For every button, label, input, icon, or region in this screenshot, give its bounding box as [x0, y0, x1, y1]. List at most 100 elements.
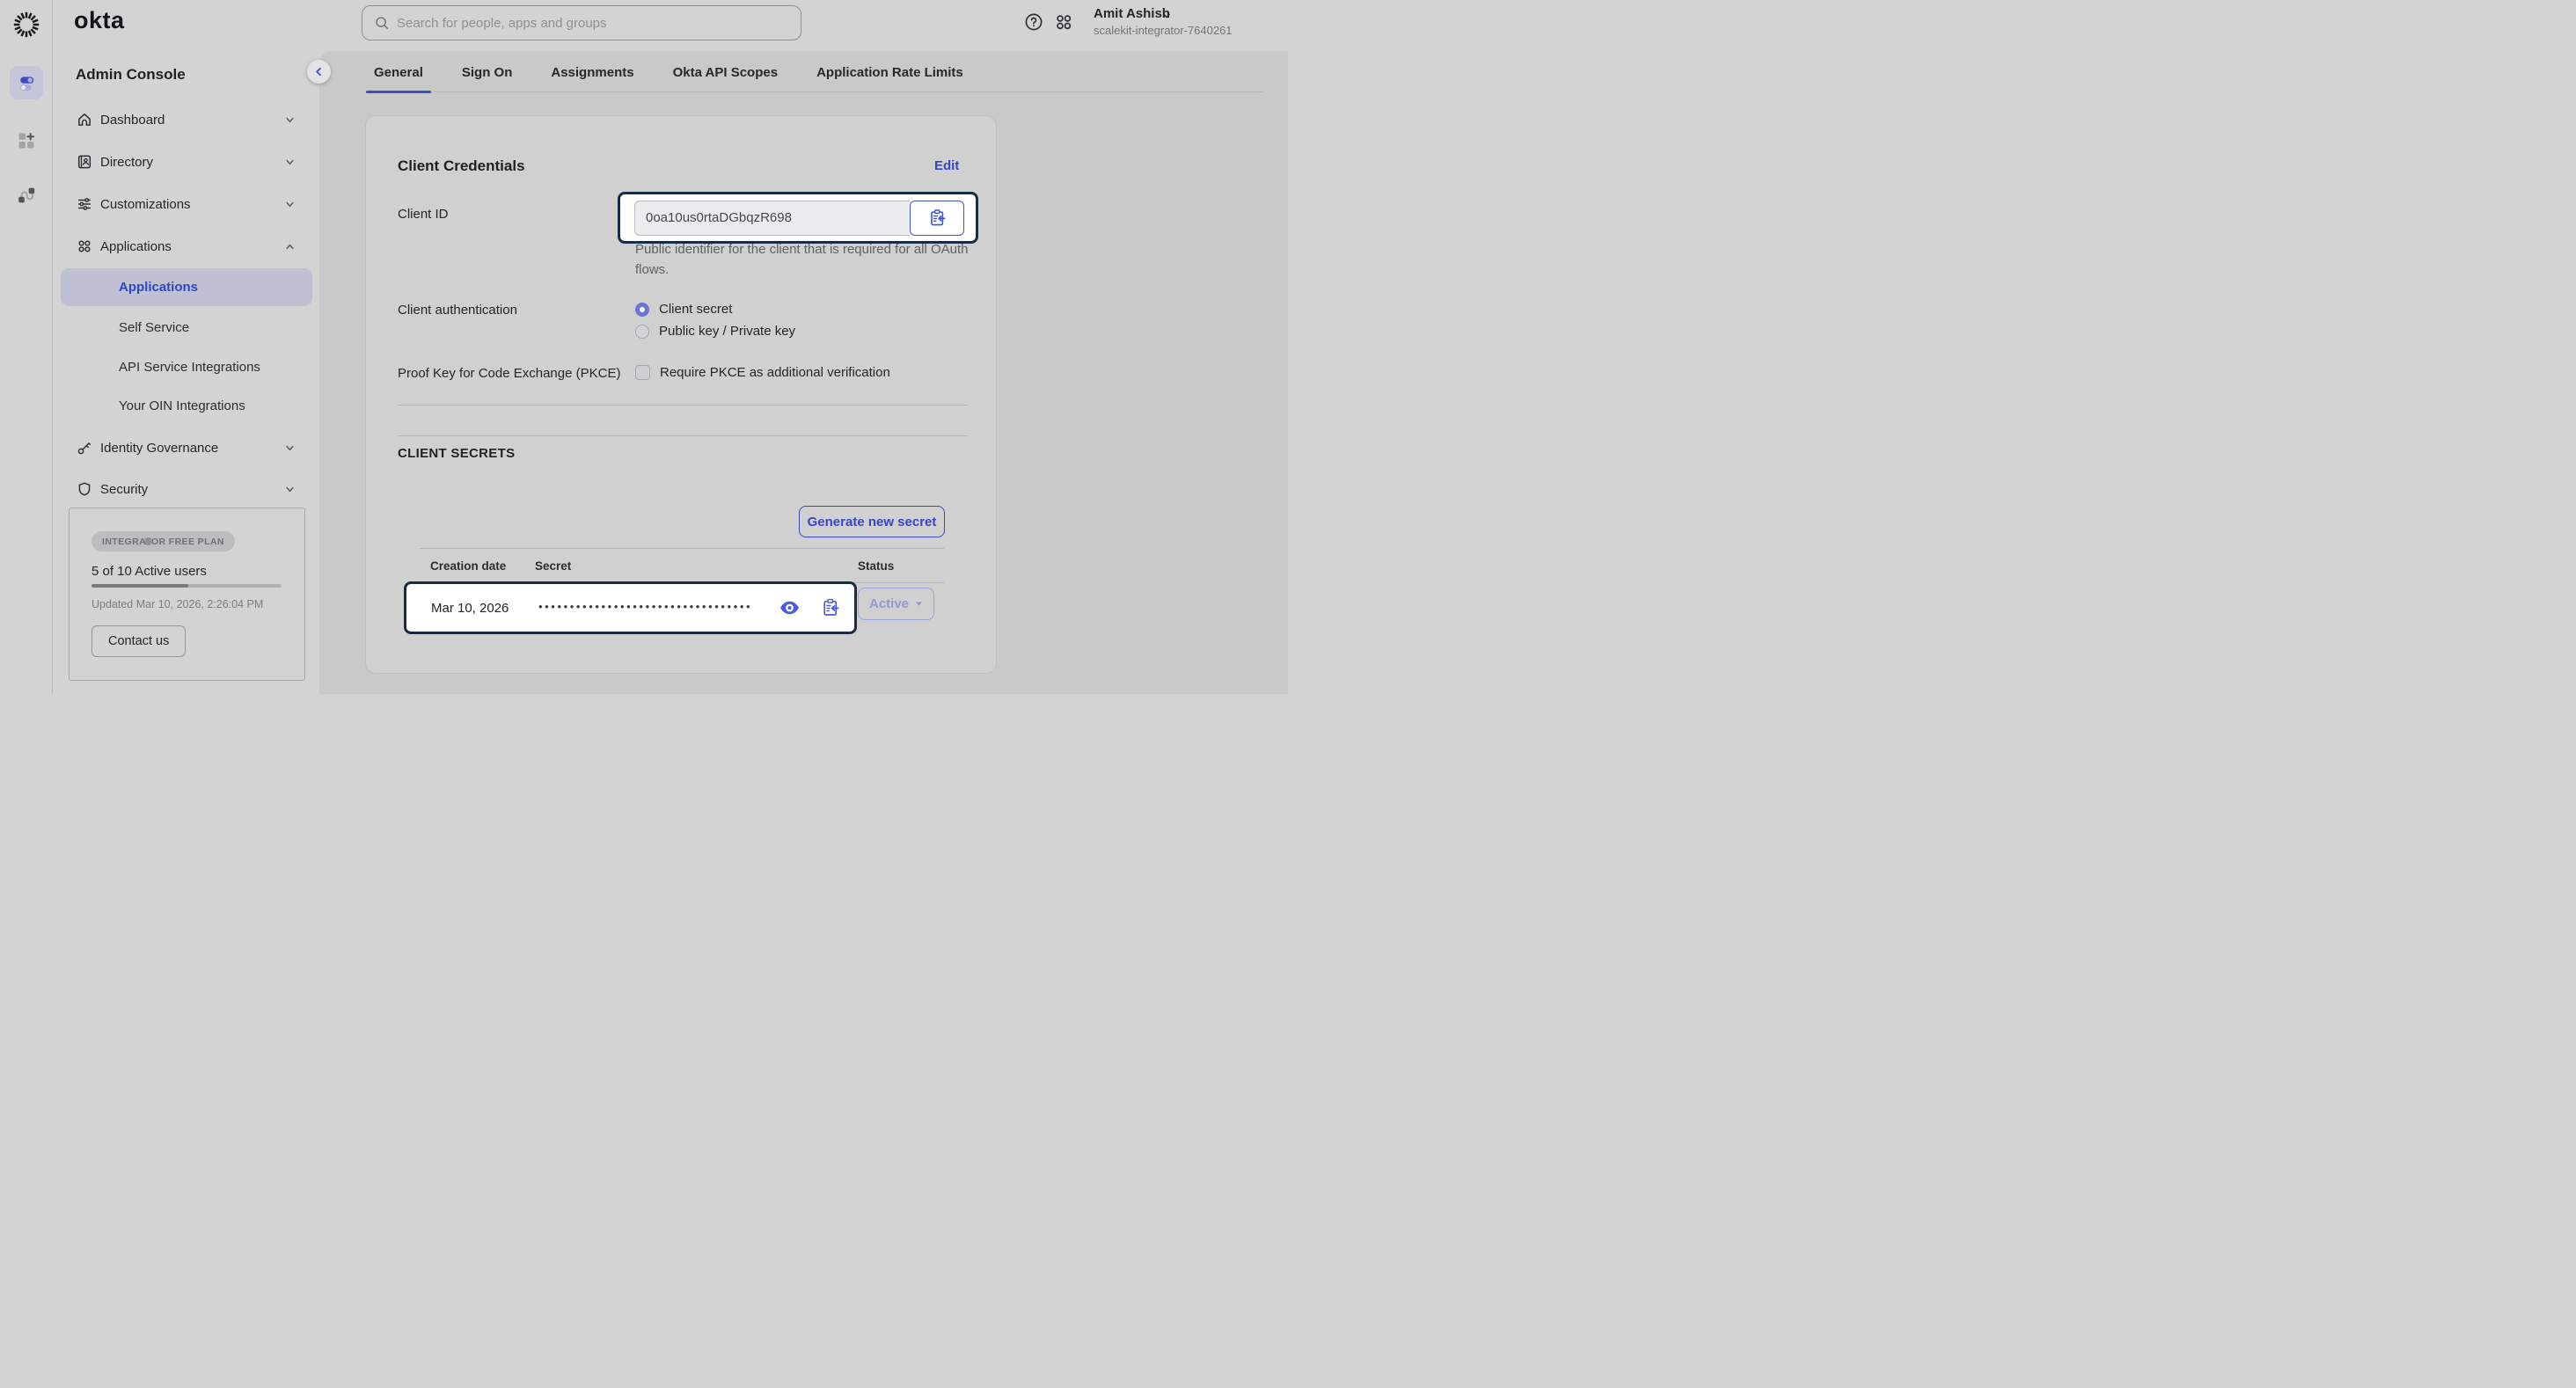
sidebar-subitem-label: Self Service [119, 320, 189, 335]
search-icon [374, 15, 390, 31]
tab-general[interactable]: General [366, 65, 431, 91]
shield-icon [77, 481, 92, 497]
client-authentication-label: Client authentication [398, 303, 517, 318]
secret-status-dropdown[interactable]: Active [858, 588, 934, 620]
tab-application-rate-limits[interactable]: Application Rate Limits [809, 65, 971, 91]
card-title: Client Credentials [398, 157, 525, 175]
grid-add-icon[interactable] [18, 132, 35, 150]
app-detail-tabs: General Sign On Assignments Okta API Sco… [374, 65, 1262, 92]
okta-admin-console: okta Admin Console Dashboard Directory C… [0, 0, 1288, 694]
okta-wordmark: okta [74, 7, 125, 34]
tab-sign-on[interactable]: Sign On [454, 65, 521, 91]
copy-to-clipboard-icon [928, 208, 946, 227]
reveal-secret-eye-icon[interactable] [779, 601, 800, 615]
chevron-down-icon [284, 442, 296, 454]
status-label: Active [869, 596, 909, 611]
table-top-border [420, 548, 944, 549]
pkce-label: Proof Key for Code Exchange (PKCE) [398, 366, 620, 381]
tab-assignments[interactable]: Assignments [543, 65, 641, 91]
caret-down-icon [915, 601, 923, 607]
copy-secret-icon[interactable] [821, 597, 839, 617]
client-secrets-heading: CLIENT SECRETS [398, 446, 515, 461]
global-search [362, 5, 801, 40]
sidebar-item-security[interactable]: Security [53, 477, 319, 501]
column-header-secret: Secret [535, 559, 571, 573]
pkce-option-label: Require PKCE as additional verification [660, 365, 890, 380]
sidebar-item-applications[interactable]: Applications [53, 234, 319, 259]
sidebar-item-label: Applications [100, 239, 172, 254]
tab-okta-api-scopes[interactable]: Okta API Scopes [665, 65, 787, 91]
grid-circles-icon [77, 238, 92, 254]
sidebar-item-label: Dashboard [100, 113, 165, 128]
sidebar-item-identity-governance[interactable]: Identity Governance [53, 435, 319, 460]
plan-usage-text: 5 of 10 Active users [91, 564, 207, 579]
radio-option-label: Public key / Private key [659, 324, 795, 339]
radio-public-private-key[interactable]: Public key / Private key [635, 324, 795, 339]
radio-unselected-icon [635, 325, 649, 339]
apps-grid-icon[interactable] [1054, 12, 1073, 32]
org-identifier: scalekit-integrator-7640261 [1094, 24, 1233, 37]
console-title: Admin Console [76, 66, 186, 84]
client-id-input[interactable] [634, 201, 910, 236]
sidebar-subitem-label: API Service Integrations [119, 360, 260, 375]
main-content: General Sign On Assignments Okta API Sco… [319, 51, 1288, 694]
workflow-icon[interactable] [18, 186, 35, 204]
sidebar: okta Admin Console Dashboard Directory C… [53, 0, 319, 694]
user-menu-name[interactable]: Amit Ashish [1094, 6, 1170, 21]
home-icon [77, 112, 92, 128]
masked-secret-value: •••••••••••••••••••••••••••••••••• [538, 600, 776, 613]
cursor-dot [144, 537, 152, 545]
chevron-down-icon [284, 157, 296, 168]
radio-client-secret[interactable]: Client secret [635, 302, 732, 317]
column-header-status: Status [858, 559, 894, 573]
search-input[interactable] [397, 16, 792, 31]
sidebar-subitem-api-service-integrations[interactable]: API Service Integrations [53, 355, 319, 378]
id-card-icon [77, 154, 92, 170]
plan-panel: INTEGRATOR FREE PLAN 5 of 10 Active user… [69, 508, 305, 681]
client-credentials-card: Client Credentials Edit Client ID Public… [365, 115, 997, 674]
chevron-left-icon [313, 66, 325, 77]
secret-row-highlight-box: Mar 10, 2026 •••••••••••••••••••••••••••… [404, 581, 857, 634]
chevron-down-icon [284, 199, 296, 210]
sidebar-subitem-your-oin-integrations[interactable]: Your OIN Integrations [53, 394, 319, 417]
chevron-up-icon [284, 241, 296, 252]
contact-us-button[interactable]: Contact us [91, 625, 186, 657]
sidebar-item-label: Security [100, 482, 148, 497]
column-header-creation-date: Creation date [430, 559, 506, 573]
plan-usage-progress-fill [91, 584, 188, 588]
radio-option-label: Client secret [659, 302, 732, 317]
sidebar-item-label: Customizations [100, 197, 191, 212]
key-icon [77, 440, 92, 456]
sidebar-item-label: Identity Governance [100, 441, 218, 456]
sidebar-subitem-self-service[interactable]: Self Service [53, 316, 319, 339]
sidebar-item-customizations[interactable]: Customizations [53, 192, 319, 216]
client-id-label: Client ID [398, 207, 449, 222]
toggles-icon [18, 74, 36, 92]
sidebar-item-label: Directory [100, 155, 153, 170]
copy-client-id-button[interactable] [910, 201, 964, 236]
secret-creation-date: Mar 10, 2026 [431, 601, 509, 616]
client-id-help-text: Public identifier for the client that is… [635, 239, 984, 280]
plan-usage-progressbar [91, 584, 282, 588]
plan-updated-text: Updated Mar 10, 2026, 2:26:04 PM [91, 598, 263, 610]
divider [398, 435, 968, 436]
chevron-down-icon [284, 484, 296, 495]
sidebar-subitem-label: Your OIN Integrations [119, 398, 245, 413]
chevron-down-icon [284, 114, 296, 126]
help-icon[interactable] [1024, 12, 1043, 32]
chevron-down-icon[interactable] [1161, 11, 1172, 21]
sidebar-subitem-applications-selected[interactable]: Applications [61, 268, 312, 306]
sidebar-item-directory[interactable]: Directory [53, 150, 319, 174]
sidebar-collapse-button[interactable] [307, 60, 331, 84]
okta-spinner-logo-icon [11, 10, 41, 40]
sliders-icon [77, 196, 92, 212]
pkce-checkbox-row[interactable]: Require PKCE as additional verification [635, 365, 890, 380]
sidebar-item-dashboard[interactable]: Dashboard [53, 107, 319, 132]
icon-rail [0, 0, 53, 694]
sidebar-subitem-label: Applications [119, 280, 198, 295]
generate-new-secret-button[interactable]: Generate new secret [799, 506, 945, 537]
radio-selected-icon [635, 303, 649, 317]
rail-admin-console-item[interactable] [10, 66, 43, 99]
edit-link[interactable]: Edit [934, 158, 959, 173]
client-id-highlight-box [618, 192, 978, 244]
